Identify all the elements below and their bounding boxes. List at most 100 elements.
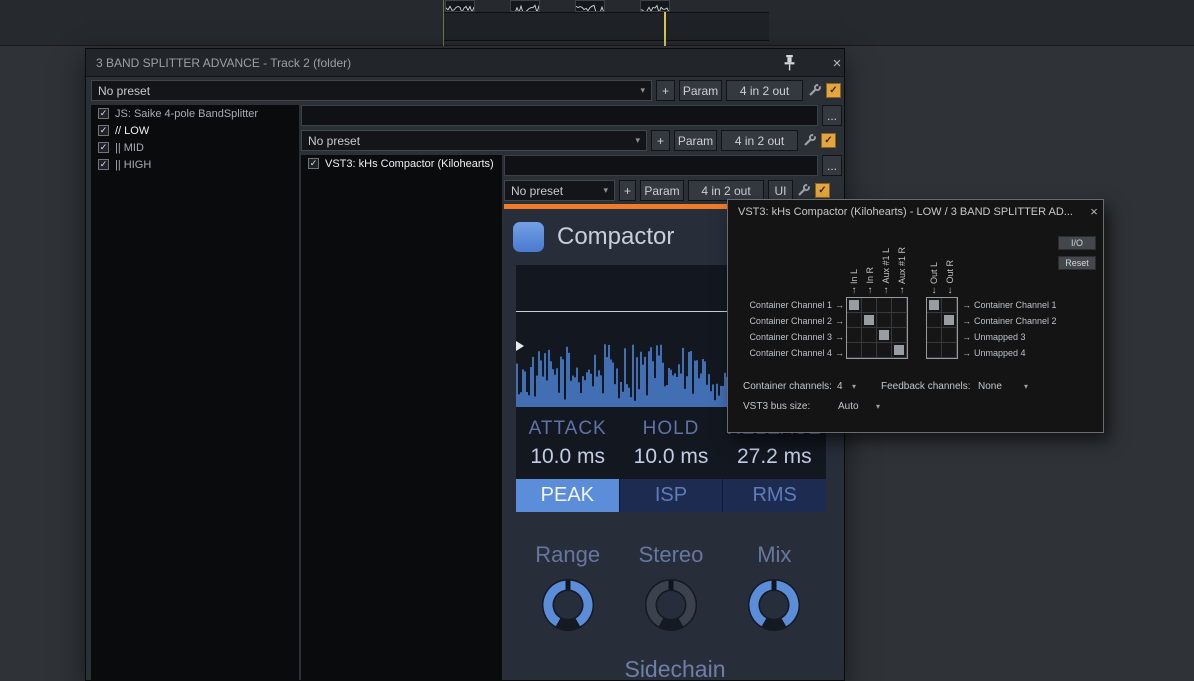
param-label: ATTACK [528,418,607,439]
pin-cell[interactable] [847,298,862,313]
right-arrow-icon: → [835,300,844,310]
media-item-thumb[interactable] [575,0,605,12]
right-arrow-icon: → [962,332,971,342]
knob-labels: Range Stereo Mix [516,542,826,568]
pin-cell[interactable] [942,343,957,358]
pin-cell[interactable] [927,343,942,358]
pin-cell[interactable] [862,343,877,358]
container-name-field[interactable] [301,105,818,126]
container-enable-checkbox[interactable]: ✓ [821,133,836,148]
reset-button[interactable]: Reset [1058,256,1096,270]
knob-stereo[interactable] [619,576,722,634]
routing-button[interactable]: 4 in 2 out [721,130,798,151]
pin-cell[interactable] [877,343,892,358]
add-fx-button[interactable]: + [651,130,670,151]
fx-enable-checkbox[interactable]: ✓ [98,108,109,119]
knob-range[interactable] [516,576,619,634]
pin-cell[interactable] [877,313,892,328]
routing-button[interactable]: 4 in 2 out [688,180,764,201]
fx-item[interactable]: ✓ // LOW [91,122,299,139]
more-button[interactable]: ... [822,105,842,126]
pin-cell[interactable] [877,298,892,313]
wrench-icon[interactable] [808,83,822,97]
close-button[interactable]: × [829,55,844,72]
chevron-down-icon[interactable]: ▾ [852,382,856,391]
add-fx-button[interactable]: + [619,180,636,201]
chevron-down-icon[interactable]: ▾ [1024,382,1028,391]
pin-label: Aux #1 R [897,246,907,284]
fx-item[interactable]: ✓ VST3: kHs Compactor (Kilohearts) [301,155,502,172]
pin-cell[interactable] [862,313,877,328]
ui-button[interactable]: UI [768,180,793,201]
feedback-channels-value[interactable]: None [978,381,1002,392]
pin-cell[interactable] [847,313,862,328]
param-button[interactable]: Param [640,180,684,201]
down-arrow-icon: ↓ [947,285,953,296]
screen: 3 BAND SPLITTER ADVANCE - Track 2 (folde… [0,0,1194,681]
fx-preset-dropdown[interactable]: No preset ▾ [504,180,615,201]
pin-cell[interactable] [847,328,862,343]
container-preset-dropdown[interactable]: No preset ▾ [301,130,647,151]
channel-label: Container Channel 1 [749,300,832,310]
pin-cell[interactable] [892,298,907,313]
chevron-down-icon[interactable]: ▾ [876,402,880,411]
pin-label: Aux #1 L [881,248,891,284]
arrange-strip [0,0,1194,46]
left-channel-labels: Container Channel 1 → Container Channel 2 →… [738,297,844,361]
pin-cell[interactable] [927,328,942,343]
pin-cell[interactable] [892,313,907,328]
param-button[interactable]: Param [679,80,722,101]
threshold-marker[interactable] [516,341,524,351]
fx-name-field[interactable] [504,155,818,176]
add-fx-button[interactable]: + [656,80,675,101]
pin-cell[interactable] [942,298,957,313]
wrench-icon[interactable] [803,133,817,147]
knob-dial [541,579,594,631]
pin-cell[interactable] [892,328,907,343]
track-lane[interactable] [443,12,769,41]
pin-icon[interactable] [782,54,798,72]
pin-label: Out R [945,260,955,284]
wrench-icon[interactable] [797,183,811,197]
bus-size-value[interactable]: Auto [838,401,859,412]
mode-tab-peak[interactable]: PEAK [516,479,620,512]
knob-mix[interactable] [723,576,826,634]
fx-enable-checkbox[interactable]: ✓ [98,125,109,136]
preset-dropdown[interactable]: No preset ▾ [91,80,652,101]
pin-cell[interactable] [862,328,877,343]
close-button[interactable]: × [1086,204,1102,219]
pin-cell[interactable] [847,343,862,358]
media-item-thumb[interactable] [640,0,670,12]
fx-item[interactable]: ✓ || HIGH [91,156,299,173]
pin-label: Out L [929,261,939,284]
input-pin-arrows: ↑ ↑ ↑ ↑ [846,285,910,296]
fx-item[interactable]: ✓ JS: Saike 4-pole BandSplitter [91,105,299,122]
fx-item[interactable]: ✓ || MID [91,139,299,156]
routing-button[interactable]: 4 in 2 out [726,80,803,101]
right-channel-labels: → Container Channel 1 → Container Channel 2… [962,297,1092,361]
window-titlebar[interactable]: 3 BAND SPLITTER ADVANCE - Track 2 (folde… [86,49,844,77]
pin-cell[interactable] [927,313,942,328]
container-fx-list: ✓ VST3: kHs Compactor (Kilohearts) [301,155,502,680]
fx-enable-checkbox[interactable]: ✓ [98,142,109,153]
mode-tab-isp[interactable]: ISP [620,479,724,512]
fx-enable-checkbox[interactable]: ✓ [308,158,319,169]
pin-cell[interactable] [927,298,942,313]
param-button[interactable]: Param [674,130,717,151]
chain-enable-checkbox[interactable]: ✓ [826,83,841,98]
pin-cell[interactable] [942,313,957,328]
pin-cell[interactable] [877,328,892,343]
output-pin-labels: Out L Out R [926,228,958,284]
io-button[interactable]: I/O [1058,236,1096,250]
container-channels-value[interactable]: 4 [837,381,843,392]
fx-enable-checkbox[interactable]: ✓ [815,183,830,198]
media-item-thumb[interactable] [445,0,475,12]
fx-enable-checkbox[interactable]: ✓ [98,159,109,170]
more-button[interactable]: ... [822,155,842,176]
pin-cell[interactable] [892,343,907,358]
mode-tab-rms[interactable]: RMS [723,479,826,512]
pin-cell[interactable] [862,298,877,313]
knob-dial [644,579,697,631]
media-item-thumb[interactable] [510,0,540,12]
pin-cell[interactable] [942,328,957,343]
